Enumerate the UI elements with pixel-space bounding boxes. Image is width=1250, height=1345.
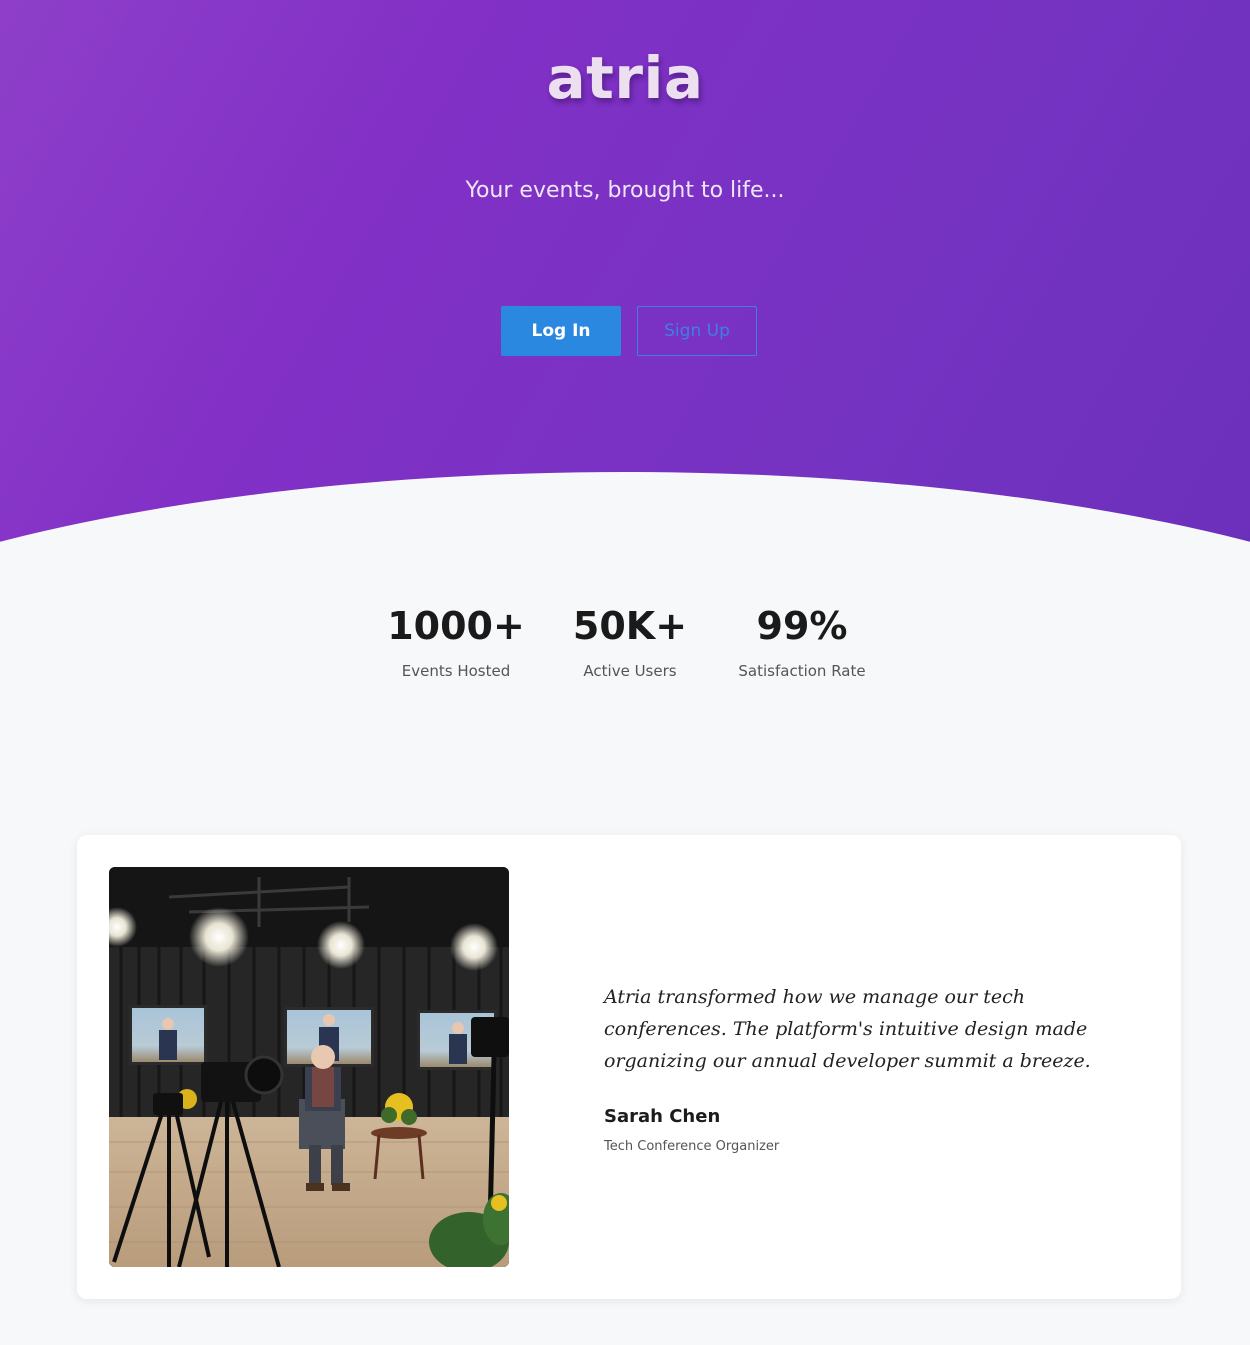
stat-label: Active Users bbox=[583, 662, 677, 680]
login-button[interactable]: Log In bbox=[501, 306, 621, 356]
stat-value: 50K+ bbox=[572, 604, 688, 648]
testimonial-author-role: Tech Conference Organizer bbox=[604, 1139, 780, 1154]
stat-events-hosted: 1000+ Events Hosted bbox=[356, 604, 556, 680]
stat-label: Events Hosted bbox=[401, 662, 511, 680]
hero-curve-divider bbox=[0, 472, 1250, 560]
studio-photo-illustration bbox=[109, 867, 509, 1267]
brand-logo: atria bbox=[546, 44, 704, 112]
testimonial-quote: Atria transformed how we manage our tech… bbox=[604, 986, 1091, 1072]
stat-value: 99% bbox=[756, 604, 848, 648]
tagline: Your events, brought to life... bbox=[465, 178, 785, 203]
signup-button[interactable]: Sign Up bbox=[637, 306, 757, 356]
stat-satisfaction-rate: 99% Satisfaction Rate bbox=[702, 604, 902, 680]
studio-photo bbox=[109, 867, 509, 1267]
hero-section: atria Your events, brought to life... Lo… bbox=[0, 0, 1250, 560]
testimonial-card: Atria transformed how we manage our tech… bbox=[77, 835, 1181, 1299]
testimonial-author: Sarah Chen bbox=[604, 1106, 721, 1127]
stat-label: Satisfaction Rate bbox=[738, 662, 866, 680]
stat-value: 1000+ bbox=[387, 604, 525, 648]
stat-active-users: 50K+ Active Users bbox=[530, 604, 730, 680]
